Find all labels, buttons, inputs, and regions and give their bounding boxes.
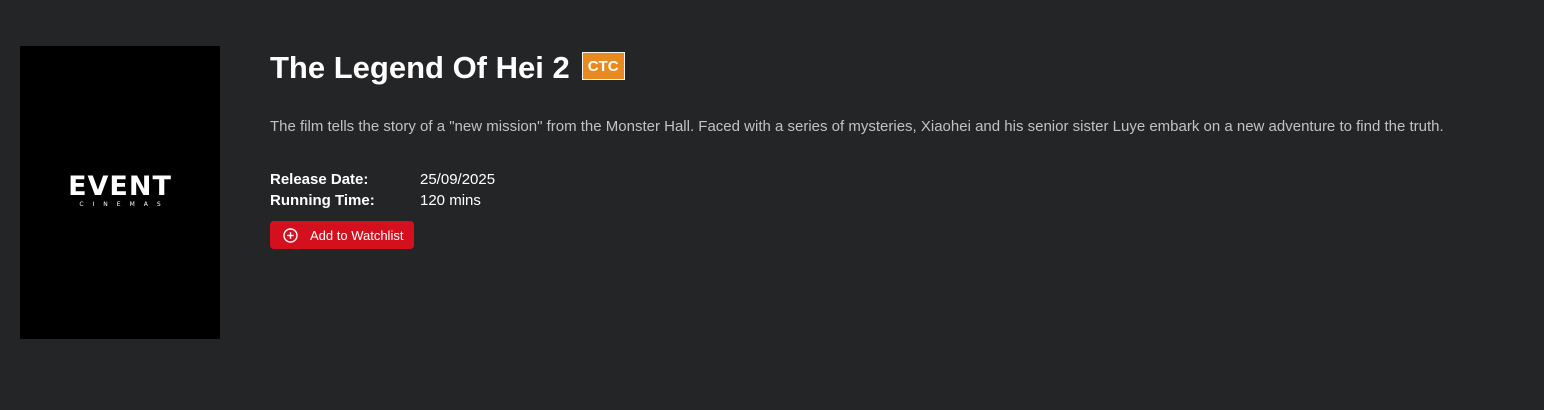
running-time-value: 120 mins xyxy=(420,192,481,209)
movie-poster: EVENT CINEMAS xyxy=(20,46,220,339)
plus-circle-icon xyxy=(283,227,298,243)
rating-badge: CTC xyxy=(581,51,625,80)
movie-detail-page: EVENT CINEMAS The Legend Of Hei 2 CTC Th… xyxy=(0,0,1544,410)
movie-meta: Release Date: 25/09/2025 Running Time: 1… xyxy=(270,169,1530,211)
movie-title: The Legend Of Hei 2 xyxy=(270,50,570,85)
event-cinemas-logo-subtitle: CINEMAS xyxy=(79,201,170,208)
running-time-label: Running Time: xyxy=(270,192,375,209)
release-date-row: Release Date: 25/09/2025 xyxy=(270,169,1530,190)
release-date-label: Release Date: xyxy=(270,171,369,188)
movie-synopsis: The film tells the story of a "new missi… xyxy=(270,118,1444,135)
title-row: The Legend Of Hei 2 CTC xyxy=(270,48,1530,88)
running-time-row: Running Time: 120 mins xyxy=(270,190,1530,211)
add-to-watchlist-button[interactable]: Add to Watchlist xyxy=(270,221,415,249)
add-to-watchlist-label: Add to Watchlist xyxy=(310,227,404,243)
release-date-value: 25/09/2025 xyxy=(420,171,496,188)
movie-details: The Legend Of Hei 2 CTC The film tells t… xyxy=(270,48,1530,249)
event-cinemas-logo: EVENT xyxy=(68,171,172,202)
